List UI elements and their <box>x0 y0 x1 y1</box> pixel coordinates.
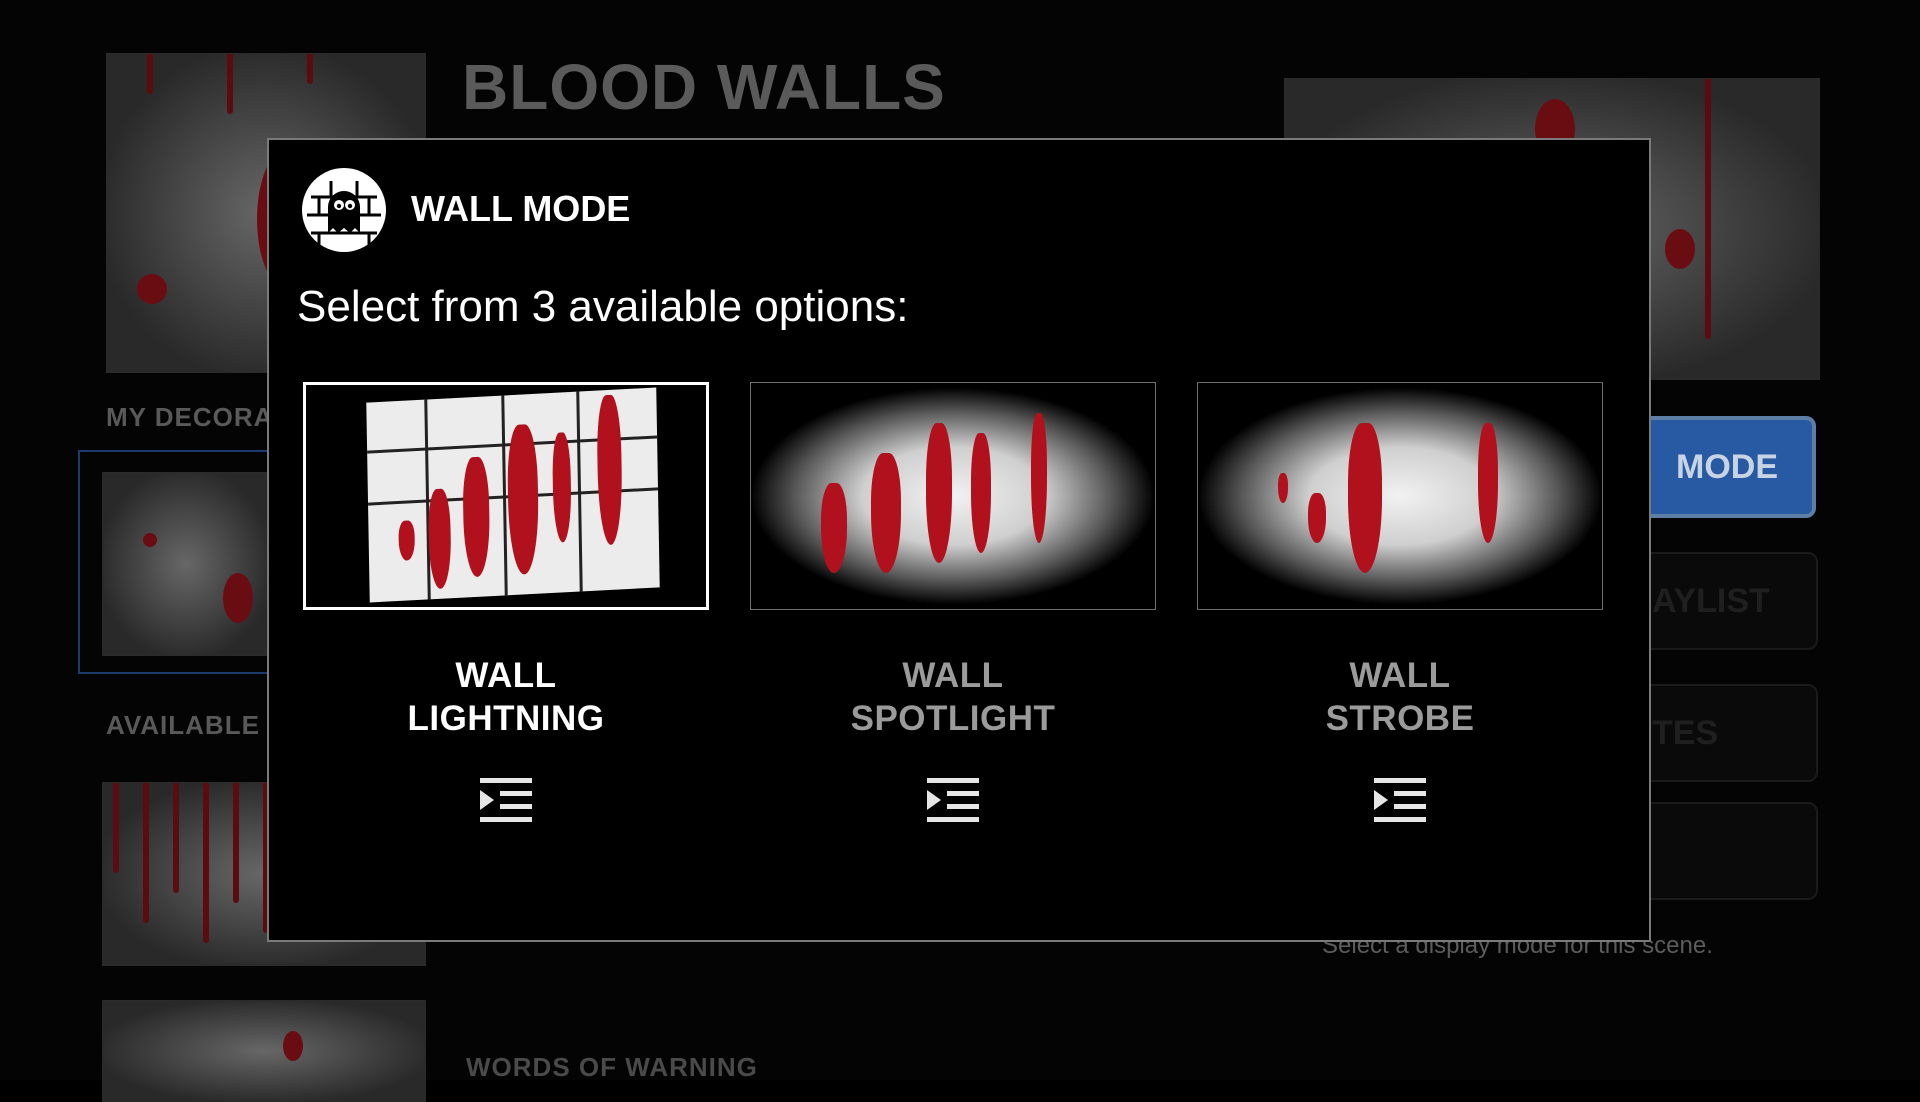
ghost-brick-wall-icon <box>302 168 386 252</box>
option-wall-spotlight-label: WALL SPOTLIGHT <box>750 654 1156 740</box>
favorites-button-label: TES <box>1652 713 1719 752</box>
wall-mode-dialog: WALL MODE Select from 3 available option… <box>267 138 1651 942</box>
lightning-wall-image <box>366 387 660 603</box>
playlist-button-label: AYLIST <box>1652 581 1770 620</box>
extra-button[interactable] <box>1640 802 1818 900</box>
option-wall-strobe-line2: STROBE <box>1325 699 1475 738</box>
option-wall-spotlight-line1: WALL <box>902 656 1004 695</box>
wall-strobe-thumbnail[interactable] <box>1197 382 1603 610</box>
playlist-button[interactable]: AYLIST <box>1640 552 1818 650</box>
option-wall-lightning-line2: LIGHTNING <box>407 699 605 738</box>
option-wall-spotlight-line2: SPOTLIGHT <box>850 699 1056 738</box>
option-wall-strobe-line1: WALL <box>1349 656 1451 695</box>
indent-list-icon[interactable] <box>1374 778 1426 822</box>
dialog-subtitle: Select from 3 available options: <box>297 282 909 331</box>
indent-list-icon[interactable] <box>480 778 532 822</box>
page-title: BLOOD WALLS <box>462 51 946 123</box>
option-wall-strobe[interactable]: WALL STROBE <box>1197 382 1603 822</box>
option-wall-lightning[interactable]: WALL LIGHTNING <box>303 382 709 822</box>
spotlight-image <box>751 383 1155 609</box>
favorites-button[interactable]: TES <box>1640 684 1818 782</box>
option-wall-lightning-line1: WALL <box>455 656 557 695</box>
option-wall-spotlight[interactable]: WALL SPOTLIGHT <box>750 382 1156 822</box>
section-available-heading: AVAILABLE F <box>106 710 286 740</box>
available-decoration-thumbnail-2[interactable] <box>102 1000 426 1102</box>
option-wall-lightning-label: WALL LIGHTNING <box>303 654 709 740</box>
words-of-warning-heading: WORDS OF WARNING <box>466 1052 758 1082</box>
dialog-title: WALL MODE <box>411 188 631 229</box>
section-my-decorations-heading: MY DECORA <box>106 402 274 432</box>
wall-spotlight-thumbnail[interactable] <box>750 382 1156 610</box>
mode-button-label: MODE <box>1676 447 1778 486</box>
indent-list-icon[interactable] <box>927 778 979 822</box>
wall-lightning-thumbnail[interactable] <box>303 382 709 610</box>
option-wall-strobe-label: WALL STROBE <box>1197 654 1603 740</box>
strobe-image <box>1198 383 1602 609</box>
my-decoration-thumbnail[interactable] <box>102 472 270 656</box>
